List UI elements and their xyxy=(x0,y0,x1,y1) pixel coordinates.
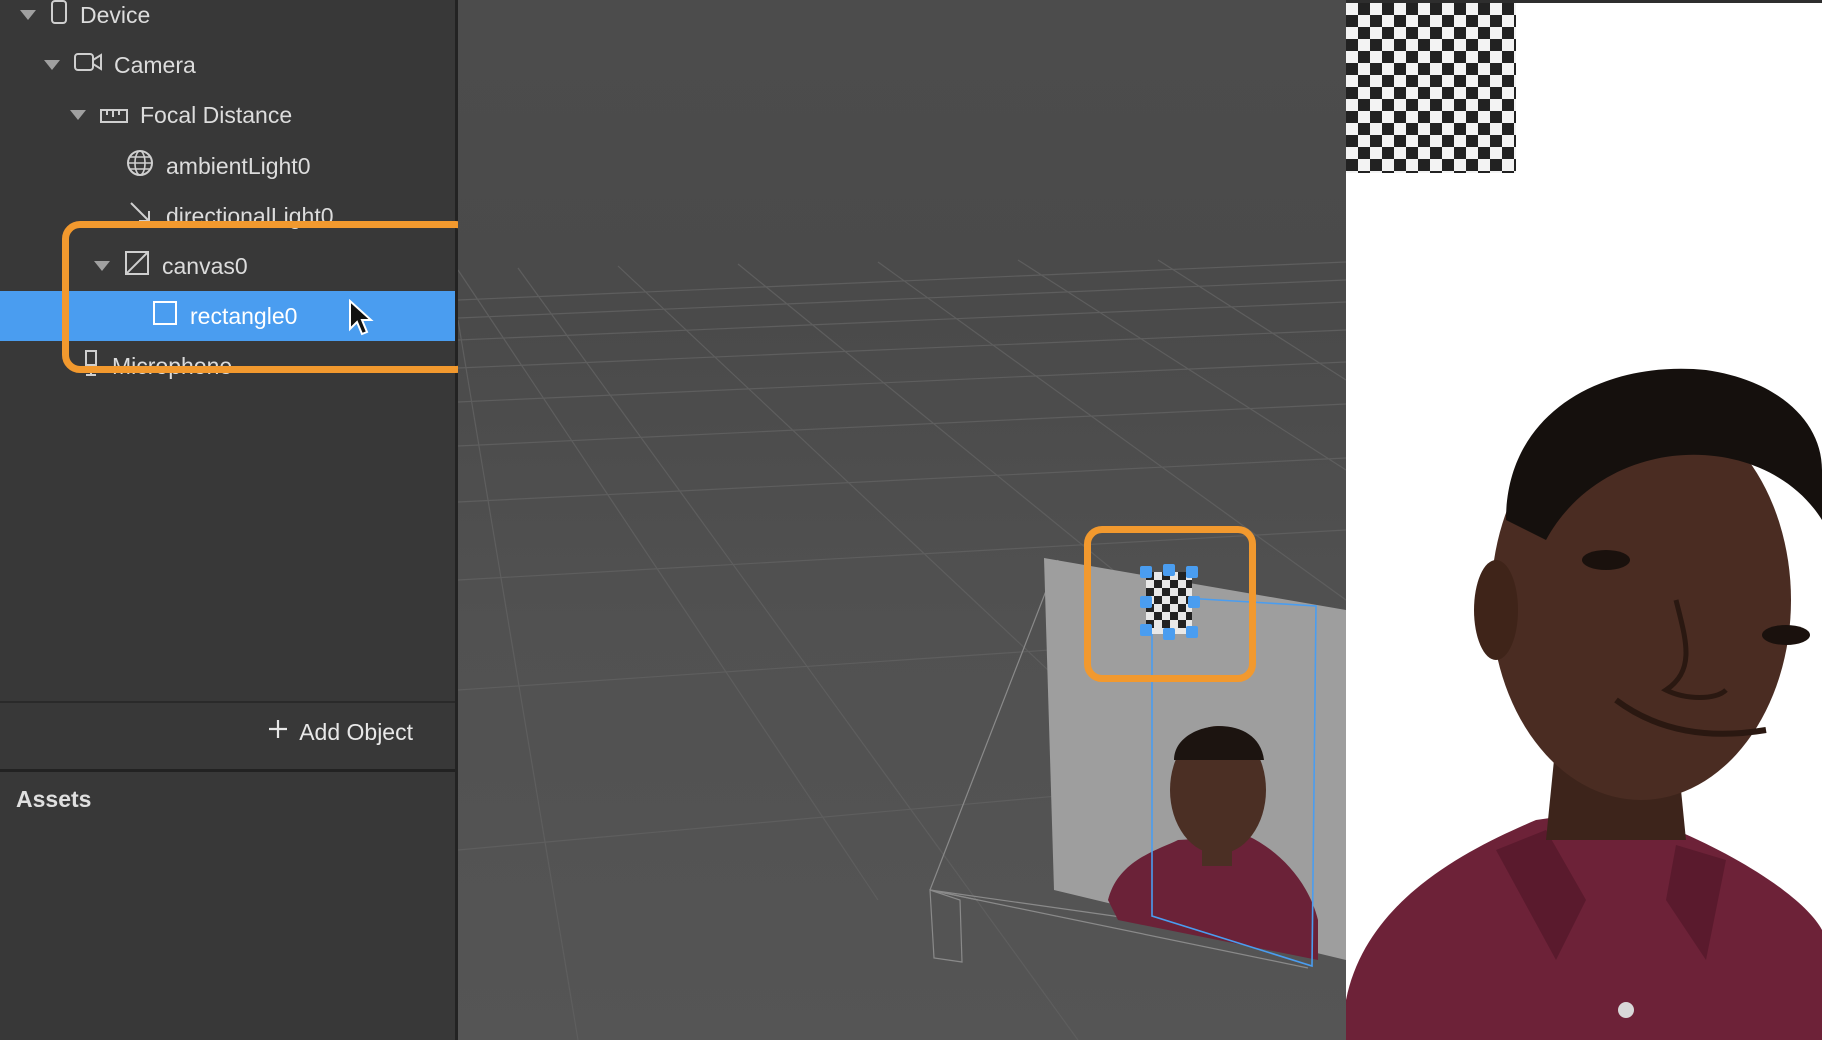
preview-panel xyxy=(1346,0,1822,1040)
tree-item-label: Focal Distance xyxy=(140,101,293,128)
phone-icon xyxy=(50,0,68,30)
chevron-down-icon[interactable] xyxy=(70,110,86,120)
tree-item-device[interactable]: Device xyxy=(0,0,455,40)
viewport-grid xyxy=(458,259,1346,1040)
ruler-icon xyxy=(100,102,128,129)
plus-icon xyxy=(267,718,289,746)
globe-icon xyxy=(126,149,154,183)
tree-item-ambient-light[interactable]: ambientLight0 xyxy=(0,141,455,191)
annotation-highlight xyxy=(1084,526,1256,682)
assets-title: Assets xyxy=(16,786,92,812)
tree-item-label: Device xyxy=(80,1,151,28)
annotation-highlight xyxy=(62,221,474,373)
chevron-down-icon[interactable] xyxy=(44,60,60,70)
add-object-button[interactable]: Add Object xyxy=(267,718,413,746)
tree-item-camera[interactable]: Camera xyxy=(0,40,455,90)
tree-item-focal-distance[interactable]: Focal Distance xyxy=(0,90,455,140)
divider xyxy=(0,701,455,703)
divider xyxy=(0,769,455,772)
add-object-label: Add Object xyxy=(299,718,413,745)
scene-viewport[interactable] xyxy=(458,0,1346,1040)
preview-person-image xyxy=(1346,368,1822,1040)
tree-item-label: ambientLight0 xyxy=(166,152,311,179)
chevron-down-icon[interactable] xyxy=(20,10,36,20)
scene-panel: Device Camera Focal Distance ambientLigh… xyxy=(0,0,474,1040)
camera-icon xyxy=(74,51,102,79)
tree-item-label: Camera xyxy=(114,51,196,78)
